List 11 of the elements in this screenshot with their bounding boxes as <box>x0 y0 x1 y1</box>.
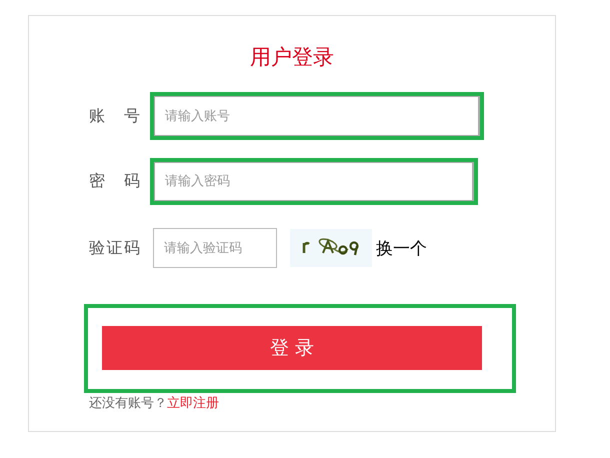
input-field[interactable]: 请输入密码 <box>154 162 474 201</box>
input-field[interactable]: 请输入验证码 <box>153 228 277 268</box>
register-link[interactable]: 立即注册 <box>167 394 219 412</box>
refresh-captcha-link[interactable]: 换一个 <box>376 236 427 260</box>
field-label: 验证码 <box>89 238 140 258</box>
signup-prompt: 还没有账号？ <box>89 395 167 412</box>
field-label: 密 码 <box>89 171 140 192</box>
field-label: 账 号 <box>89 106 140 126</box>
login-button[interactable]: 登 录 <box>102 326 482 370</box>
login-title: 用户登录 <box>250 44 334 71</box>
input-field[interactable]: 请输入账号 <box>154 96 480 136</box>
